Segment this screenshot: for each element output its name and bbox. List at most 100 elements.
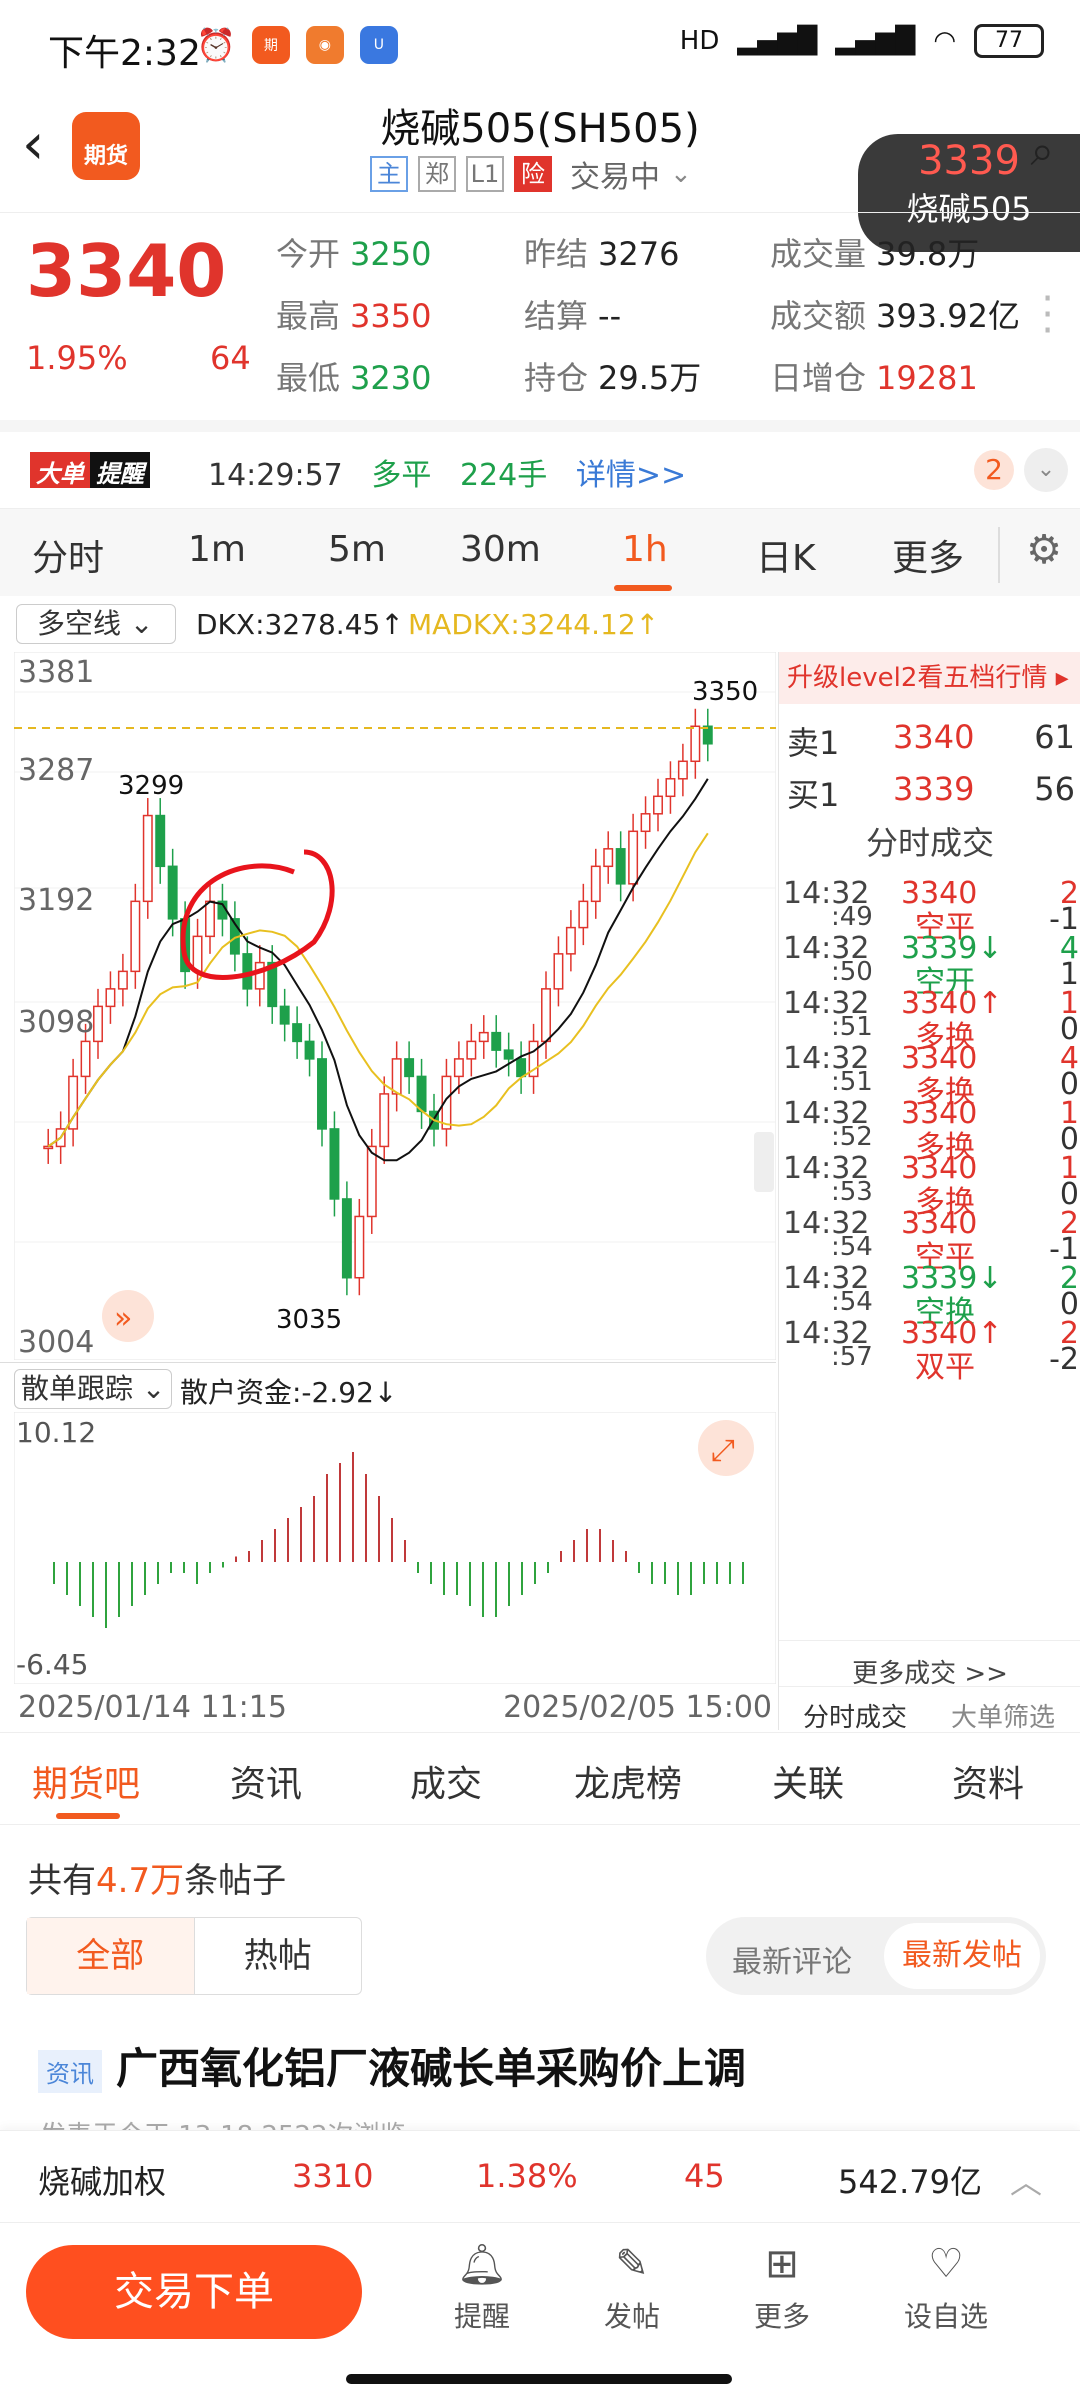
- candle-body: [516, 1058, 527, 1078]
- tab-profile[interactable]: 资料: [952, 1755, 1024, 1807]
- trade-row-detail: :54 空换 0: [783, 1287, 1079, 1330]
- candle-body: [341, 1198, 352, 1279]
- trade-row-detail: :51 多换 0: [783, 1067, 1079, 1110]
- candle-body: [254, 961, 265, 990]
- battery-icon: 77: [974, 24, 1044, 58]
- post-filter: 全部 热帖: [26, 1917, 362, 1995]
- local-high-annotation: 3299: [118, 771, 184, 801]
- trade-seconds: :52: [831, 1122, 873, 1152]
- dkx-value: DKX:3278.45↑: [196, 608, 404, 641]
- trades-title: 分时成交: [865, 824, 994, 862]
- search-icon[interactable]: ⌕: [1030, 126, 1054, 176]
- home-indicator: [346, 2374, 732, 2384]
- trade-seconds: :54: [831, 1232, 873, 1262]
- end-date: 2025/02/05 15:00: [503, 1690, 772, 1725]
- high-annotation: 3350: [692, 677, 758, 707]
- tab-intraday[interactable]: 分时: [32, 529, 104, 581]
- quote-low: 最低 3230: [276, 359, 432, 397]
- more-vertical-icon[interactable]: · · ·: [1041, 279, 1054, 351]
- candle-body: [590, 865, 601, 903]
- candle-body: [503, 1049, 514, 1060]
- tab-news[interactable]: 资讯: [230, 1755, 302, 1807]
- add-watchlist-button[interactable]: ♡ 设自选: [886, 2241, 1006, 2335]
- y-tick-4: 3004: [18, 1325, 94, 1360]
- chevron-up-icon[interactable]: ︿: [1010, 2157, 1042, 2203]
- chevron-down-icon[interactable]: ⌄: [670, 159, 692, 189]
- change-value: 64: [210, 339, 251, 377]
- app-icon-futures: 期: [251, 26, 290, 64]
- trade-seconds: :51: [831, 1067, 873, 1097]
- indicator-bar: 多空线 ⌄ DKX:3278.45↑ MADKX:3244.12↑: [0, 598, 776, 652]
- candle-body: [478, 1031, 489, 1043]
- chart-side-handle[interactable]: [754, 1132, 774, 1192]
- double-chevron-icon[interactable]: »: [114, 1301, 132, 1336]
- edit-icon: ✎: [615, 2241, 649, 2287]
- candle-body: [665, 778, 676, 798]
- candlestick-chart[interactable]: 3381 3287 3192 3098 3004 3350 3299 3035 …: [14, 652, 776, 1360]
- weighted-ticker-bar[interactable]: 烧碱加权 3310 1.38% 45 542.79亿 ︿: [0, 2130, 1080, 2222]
- candle-body: [603, 848, 614, 868]
- alarm-icon: ⏰: [196, 26, 236, 64]
- candle-body: [491, 1031, 502, 1051]
- tab-tick-trades[interactable]: 分时成交: [803, 1697, 907, 1734]
- trade-seconds: :54: [831, 1287, 873, 1317]
- sort-latest-post[interactable]: 最新发帖: [884, 1923, 1040, 1989]
- sub-indicator-selector[interactable]: 散单跟踪 ⌄: [14, 1369, 173, 1409]
- gear-icon[interactable]: ⚙: [1026, 527, 1062, 573]
- tab-5m[interactable]: 5m: [328, 529, 386, 570]
- chevron-down-icon[interactable]: ⌄: [1024, 448, 1068, 492]
- candle-body: [205, 900, 215, 938]
- candle-body: [329, 1128, 340, 1200]
- tab-deals[interactable]: 成交: [410, 1755, 482, 1807]
- candle-body: [105, 988, 116, 1008]
- candle-body: [93, 1005, 103, 1043]
- tab-1h[interactable]: 1h: [622, 529, 668, 570]
- candle-body: [615, 848, 626, 885]
- tab-more[interactable]: 更多: [892, 529, 964, 581]
- chart-canvas[interactable]: 3381 3287 3192 3098 3004 3350 3299 3035 …: [14, 652, 776, 1360]
- more-trades-link[interactable]: 更多成交 >>: [779, 1640, 1080, 1690]
- signal-icon: ▂▄▆█: [737, 26, 818, 56]
- candle-body: [279, 1005, 290, 1025]
- sub-chart[interactable]: 10.12 -6.45 ⤢: [13, 1411, 777, 1688]
- sub-max-label: 10.12: [16, 1416, 96, 1449]
- trade-status[interactable]: 交易中: [570, 152, 660, 196]
- period-tabs: 分时 1m 5m 30m 1h 日K 更多 ⚙: [0, 508, 1080, 596]
- ticker-name: 烧碱加权: [38, 2163, 167, 2201]
- trade-order-button[interactable]: 交易下单: [26, 2245, 362, 2339]
- heart-icon: ♡: [928, 2241, 964, 2287]
- sort-latest-comment[interactable]: 最新评论: [732, 1937, 852, 1981]
- upgrade-level2-banner[interactable]: 升级level2看五档行情 ▸: [779, 652, 1080, 704]
- low-annotation: 3035: [276, 1305, 342, 1335]
- y-tick-0: 3381: [18, 655, 94, 690]
- trade-type: 双平: [915, 1350, 975, 1385]
- news-tag: 资讯: [38, 2050, 102, 2093]
- tab-1m[interactable]: 1m: [188, 529, 246, 570]
- candle-body: [354, 1215, 365, 1279]
- tab-block-filter[interactable]: 大单筛选: [951, 1697, 1055, 1734]
- tab-dragon-tiger[interactable]: 龙虎榜: [574, 1755, 682, 1807]
- block-order-alert[interactable]: 大单 提醒 14:29:57 多平 224手 详情>> 2 ⌄: [0, 420, 1080, 504]
- quote-open-interest: 持仓 29.5万: [524, 359, 702, 397]
- tab-futures-bar[interactable]: 期货吧: [32, 1755, 140, 1807]
- trade-seconds: :53: [831, 1177, 873, 1207]
- more-button[interactable]: ⊞ 更多: [722, 2241, 842, 2335]
- tab-daily-k[interactable]: 日K: [756, 529, 816, 581]
- post-count: 共有4.7万条帖子: [28, 1861, 287, 1901]
- tag-main: 主: [370, 156, 408, 192]
- post-button[interactable]: ✎ 发帖: [572, 2241, 692, 2335]
- tab-related[interactable]: 关联: [772, 1755, 844, 1807]
- candle-body: [379, 1093, 390, 1148]
- alert-button[interactable]: 🔔︎ 提醒: [422, 2241, 542, 2335]
- news-item[interactable]: 资讯 广西氧化铝厂液碱长单采购价上调: [38, 2035, 746, 2096]
- trade-seconds: :57: [831, 1342, 873, 1372]
- candle-body: [466, 1040, 477, 1060]
- tab-30m[interactable]: 30m: [460, 529, 541, 570]
- expand-icon[interactable]: ⤢: [711, 1433, 735, 1468]
- block-order-detail-link[interactable]: 详情>>: [576, 458, 686, 493]
- network-label: HD: [679, 26, 720, 56]
- indicator-selector[interactable]: 多空线 ⌄: [16, 604, 176, 644]
- filter-hot[interactable]: 热帖: [193, 1918, 362, 1994]
- filter-all[interactable]: 全部: [27, 1918, 194, 1994]
- y-tick-1: 3287: [18, 753, 94, 788]
